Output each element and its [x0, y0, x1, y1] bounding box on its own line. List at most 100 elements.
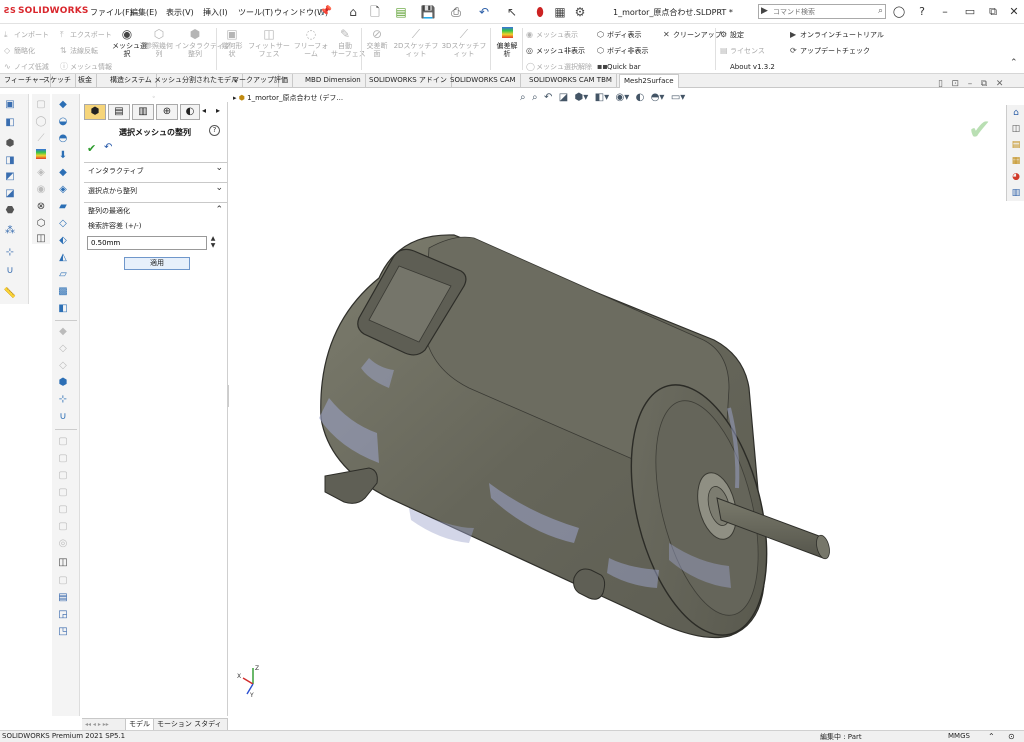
account-icon[interactable]: ◯: [890, 3, 908, 21]
display-style-icon[interactable]: ◧: [595, 92, 604, 103]
circle-icon[interactable]: ◯: [34, 115, 48, 129]
tab-solidworks-cam-tbm[interactable]: SOLIDWORKS CAM TBM: [525, 74, 617, 88]
command-search-box[interactable]: ▶ ⌕: [758, 4, 886, 19]
update-check-button[interactable]: ⟳ アップデートチェック: [790, 43, 884, 59]
curve-icon[interactable]: ∪: [3, 264, 17, 278]
tab-sketch[interactable]: スケッチ: [39, 74, 76, 88]
split-line-icon[interactable]: ⬢: [56, 376, 70, 390]
minimize-icon[interactable]: –: [936, 3, 954, 21]
scene-icon[interactable]: ◓: [651, 92, 660, 103]
license-button[interactable]: ▤ ライセンス: [720, 43, 775, 59]
surface-sweep-icon[interactable]: ◓: [56, 132, 70, 146]
tool-icon[interactable]: ▤: [56, 591, 70, 605]
hide-show-icon[interactable]: ◉: [615, 92, 624, 103]
disabled-tool-icon[interactable]: ▢: [56, 435, 70, 449]
tab-solidworks-cam[interactable]: SOLIDWORKS CAM: [446, 74, 521, 88]
split-icon[interactable]: ⊡: [952, 79, 960, 89]
tool-icon[interactable]: ◲: [56, 608, 70, 622]
mesh-hide-button[interactable]: ◎ メッシュ非表示: [526, 43, 592, 59]
file-explorer-icon[interactable]: ▦: [1010, 155, 1022, 167]
clean-up-button[interactable]: ✕ クリーンアップ: [663, 27, 722, 43]
pattern-icon[interactable]: ⁂: [3, 224, 17, 238]
chevron-down-icon[interactable]: ⌄: [215, 183, 223, 193]
reference-geometry-button[interactable]: ⬡ 参照幾何 列: [145, 27, 173, 58]
shell-icon[interactable]: ⬣: [3, 204, 17, 218]
surface-loft-icon[interactable]: ◆: [56, 166, 70, 180]
search-tolerance-input[interactable]: [87, 236, 207, 250]
disabled-tool-icon[interactable]: ▢: [56, 520, 70, 534]
close-icon[interactable]: ✕: [996, 79, 1004, 89]
disabled-tool-icon[interactable]: ◆: [56, 325, 70, 339]
disabled-tool-icon[interactable]: ◎: [56, 537, 70, 551]
settings-button[interactable]: ⚙ 設定: [720, 27, 775, 43]
mesh-deselect-button[interactable]: ◯メッシュ選択解除: [526, 59, 592, 75]
disabled-tool-icon[interactable]: ▢: [56, 574, 70, 588]
tab-scroll-left-icon[interactable]: ◂: [202, 106, 206, 115]
previous-view-icon[interactable]: ↶: [544, 92, 552, 103]
box-icon[interactable]: ⬡: [34, 217, 48, 231]
undo-icon[interactable]: ↶: [104, 142, 112, 153]
free-form-button[interactable]: ◌ フリーフォーム: [293, 27, 329, 58]
disabled-tool-icon[interactable]: ▢: [56, 486, 70, 500]
view-settings-icon[interactable]: ▭: [671, 92, 680, 103]
motor-model-render[interactable]: Z X Y: [229, 88, 1006, 716]
feature-tree-flyout[interactable]: ▸ ⬢ 1_mortor_原点合わせ (デフ...: [233, 93, 343, 103]
interactive-align-button[interactable]: ⬢ インタラクティブ 整列: [175, 27, 231, 58]
geometry-shape-button[interactable]: ▣ 幾何形 状: [219, 27, 245, 58]
options-gear-icon[interactable]: ⚙: [572, 4, 588, 20]
collapse-ribbon-icon[interactable]: ⌃: [1010, 58, 1018, 68]
chevron-up-icon[interactable]: ⌃: [215, 205, 223, 215]
traffic-light-icon[interactable]: ⬮: [532, 4, 548, 20]
disabled-tool-icon[interactable]: ▢: [56, 452, 70, 466]
arrow-down-icon[interactable]: ⬇: [56, 149, 70, 163]
units-dropdown-icon[interactable]: ⌃: [988, 732, 995, 741]
new-document-icon[interactable]: 🗋: [367, 4, 383, 20]
section-interactive[interactable]: インタラクティブ ⌄: [84, 162, 227, 178]
home-icon[interactable]: ⌂: [345, 4, 361, 20]
undo-icon[interactable]: ↶: [476, 4, 492, 20]
confirmation-corner-check-icon[interactable]: ✔: [968, 113, 991, 146]
home-icon[interactable]: ⌂: [1010, 107, 1022, 119]
surface-revolve-icon[interactable]: ◒: [56, 115, 70, 129]
pin-icon[interactable]: 📌: [318, 4, 334, 20]
sweep-icon[interactable]: ◨: [3, 154, 17, 168]
appearance-icon[interactable]: ◐: [636, 92, 645, 103]
help-icon[interactable]: ?: [913, 3, 931, 21]
save-icon[interactable]: 💾: [420, 4, 436, 20]
auto-surface-button[interactable]: ✎ 自動 サーフェス: [331, 27, 366, 58]
section-view-icon[interactable]: ◪: [559, 92, 568, 103]
quick-tips-icon[interactable]: ⊙: [1008, 732, 1015, 741]
surface-extend-icon[interactable]: ⬖: [56, 234, 70, 248]
restore-icon[interactable]: ▭: [961, 3, 979, 21]
mesh-select-button[interactable]: ◉ メッシュ選 択: [112, 27, 147, 58]
graphics-area[interactable]: Z X Y: [229, 88, 1006, 716]
configuration-manager-tab-icon[interactable]: ▥: [132, 104, 154, 120]
surface-icon[interactable]: ◆: [56, 98, 70, 112]
print-icon[interactable]: ⎙: [448, 4, 464, 20]
loft-icon[interactable]: ◩: [3, 170, 17, 184]
panel-grip-icon[interactable]: ◦: [152, 94, 156, 101]
surface-trim-icon[interactable]: ◭: [56, 251, 70, 265]
mesh-info-button[interactable]: ⓘ メッシュ情報: [60, 59, 112, 75]
disabled-tool-icon[interactable]: ◇: [56, 359, 70, 373]
open-icon[interactable]: ▤: [393, 4, 409, 20]
thicken-icon[interactable]: ▩: [56, 285, 70, 299]
minimize-icon[interactable]: –: [968, 79, 973, 89]
online-tutorial-button[interactable]: ▶ オンラインチュートリアル: [790, 27, 884, 43]
cross-section-button[interactable]: ⊘ 交差断 面: [363, 27, 391, 58]
disabled-tool-icon[interactable]: ▢: [56, 503, 70, 517]
select-icon[interactable]: ↖: [504, 4, 520, 20]
restore-icon[interactable]: ⧉: [981, 79, 987, 89]
search-icon[interactable]: ⌕: [878, 5, 883, 18]
menu-edit[interactable]: 編集(E): [130, 7, 157, 18]
projection-icon[interactable]: ⊹: [56, 393, 70, 407]
extrude-boss-icon[interactable]: ▣: [3, 98, 17, 112]
view-orientation-icon[interactable]: ⬢: [575, 92, 584, 103]
menu-view[interactable]: 表示(V): [166, 7, 194, 18]
appearances-icon[interactable]: ◕: [1010, 171, 1022, 183]
design-library-icon[interactable]: ▤: [1010, 139, 1022, 151]
revolve-icon[interactable]: ◧: [3, 116, 17, 130]
custom-properties-icon[interactable]: ▥: [1010, 187, 1022, 199]
spin-down-icon[interactable]: ▼: [209, 242, 217, 249]
simplify-button[interactable]: ◇ 簡略化: [4, 43, 49, 59]
